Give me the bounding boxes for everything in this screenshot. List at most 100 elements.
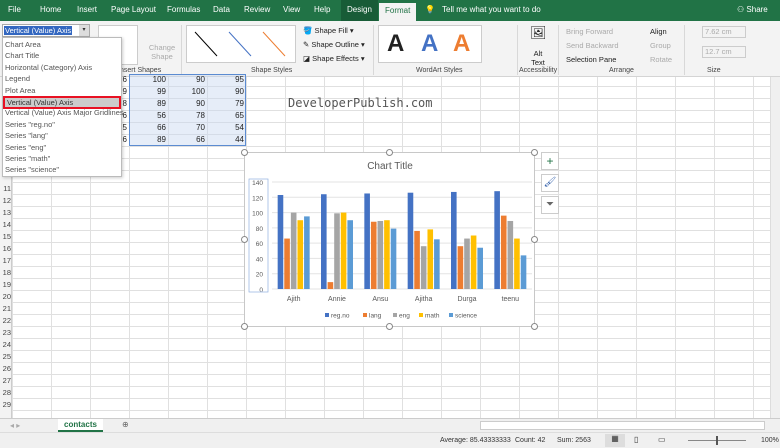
cell-math[interactable]: 78 (168, 111, 205, 120)
shape-fill-button[interactable]: 🪣 Shape Fill ▾ (303, 26, 354, 35)
cell-math[interactable]: 90 (168, 99, 205, 108)
bar-regno[interactable] (277, 194, 284, 289)
tab-page-layout[interactable]: Page Layout (111, 5, 156, 14)
chart-elements-plus-icon[interactable]: + (541, 152, 559, 170)
page-break-view-icon[interactable]: ▭ (658, 435, 666, 444)
resize-handle[interactable] (241, 323, 248, 330)
shape-effects-button[interactable]: ◪ Shape Effects ▾ (303, 54, 365, 63)
tab-home[interactable]: Home (40, 5, 61, 14)
chart-filter-icon[interactable]: ⏷ (541, 196, 559, 214)
cell-science[interactable]: 54 (207, 123, 244, 132)
tab-help[interactable]: Help (314, 5, 330, 14)
resize-handle[interactable] (531, 323, 538, 330)
cell-science[interactable]: 79 (207, 99, 244, 108)
bar-lang[interactable] (284, 238, 290, 289)
row-header[interactable]: 13 (0, 208, 12, 217)
bar-lang[interactable] (457, 246, 464, 289)
cell-eng[interactable]: 66 (129, 123, 166, 132)
row-header[interactable]: 11 (0, 184, 12, 193)
bar-eng[interactable] (377, 220, 384, 289)
dropdown-item[interactable]: Legend (5, 74, 30, 83)
align-button[interactable]: Align (650, 27, 667, 36)
row-header[interactable]: 19 (0, 280, 12, 289)
cell-eng[interactable]: 89 (129, 99, 166, 108)
bar-eng[interactable] (334, 213, 340, 289)
height-input[interactable]: 7.62 cm (702, 26, 746, 38)
dropdown-item[interactable]: Chart Title (5, 51, 39, 60)
rotate-button[interactable]: Rotate (650, 55, 672, 64)
selection-pane-button[interactable]: Selection Pane (566, 55, 616, 64)
dropdown-item[interactable]: Series "lang" (5, 131, 48, 140)
add-sheet-icon[interactable]: ⊕ (122, 420, 129, 429)
dropdown-item[interactable]: Series "math" (5, 154, 50, 163)
cell-math[interactable]: 100 (168, 87, 205, 96)
bar-math[interactable] (470, 235, 477, 290)
alt-text-button[interactable]: Alt Text (527, 49, 549, 67)
resize-handle[interactable] (386, 323, 393, 330)
tab-design[interactable]: Design (341, 0, 378, 21)
bar-science[interactable] (390, 228, 397, 289)
cell-science[interactable]: 65 (207, 111, 244, 120)
bar-science[interactable] (304, 216, 310, 289)
row-header[interactable]: 16 (0, 244, 12, 253)
bar-lang[interactable] (500, 215, 507, 289)
dropdown-item[interactable]: Plot Area (5, 86, 35, 95)
dropdown-item[interactable]: Horizontal (Category) Axis (5, 63, 92, 72)
normal-view-icon[interactable]: ▦ (605, 434, 625, 447)
bar-eng[interactable] (464, 238, 470, 289)
tell-me-input[interactable]: Tell me what you want to do (442, 5, 541, 14)
bar-math[interactable] (340, 212, 347, 289)
vertical-scrollbar[interactable] (770, 77, 780, 418)
dropdown-item[interactable]: Series "science" (5, 165, 59, 174)
row-header[interactable]: 15 (0, 232, 12, 241)
bar-science[interactable] (434, 239, 440, 289)
horizontal-scrollbar[interactable] (480, 421, 765, 430)
width-input[interactable]: 12.7 cm (702, 46, 746, 58)
bar-math[interactable] (427, 229, 434, 289)
cell-math[interactable]: 70 (168, 123, 205, 132)
send-backward-button[interactable]: Send Backward (566, 41, 619, 50)
cell-science[interactable]: 95 (207, 75, 244, 84)
cell-science[interactable]: 44 (207, 135, 244, 144)
change-shape-button[interactable]: Change Shape (148, 43, 176, 61)
bring-forward-button[interactable]: Bring Forward (566, 27, 613, 36)
dropdown-item[interactable]: Chart Area (5, 40, 41, 49)
tab-format[interactable]: Format (379, 3, 417, 21)
cell-eng[interactable]: 99 (129, 87, 166, 96)
bar-lang[interactable] (327, 282, 334, 289)
tab-formulas[interactable]: Formulas (167, 5, 200, 14)
resize-handle[interactable] (241, 236, 248, 243)
bar-science[interactable] (347, 220, 353, 289)
tab-data[interactable]: Data (213, 5, 230, 14)
row-header[interactable]: 24 (0, 340, 12, 349)
bar-regno[interactable] (407, 192, 414, 289)
bar-regno[interactable] (494, 191, 500, 289)
resize-handle[interactable] (531, 149, 538, 156)
bar-math[interactable] (297, 220, 304, 289)
bar-regno[interactable] (364, 193, 370, 289)
bar-lang[interactable] (414, 230, 420, 289)
chevron-down-icon[interactable]: ▾ (79, 25, 89, 36)
sheet-nav-arrows[interactable]: ◂ ▸ (10, 421, 20, 430)
shape-styles-gallery[interactable] (186, 25, 296, 63)
resize-handle[interactable] (386, 149, 393, 156)
bar-eng[interactable] (507, 220, 514, 289)
sheet-tab-contacts[interactable]: contacts (58, 419, 103, 432)
row-header[interactable]: 22 (0, 316, 12, 325)
tab-view[interactable]: View (283, 5, 300, 14)
share-button[interactable]: ⚇ Share (737, 5, 768, 14)
zoom-slider-thumb[interactable] (716, 436, 718, 445)
resize-handle[interactable] (531, 236, 538, 243)
row-header[interactable]: 17 (0, 256, 12, 265)
wordart-gallery[interactable]: AAA (378, 25, 482, 63)
tab-review[interactable]: Review (244, 5, 270, 14)
tab-insert[interactable]: Insert (77, 5, 97, 14)
bar-eng[interactable] (290, 212, 297, 289)
tab-file[interactable]: File (8, 5, 21, 14)
resize-handle[interactable] (241, 149, 248, 156)
chart[interactable]: 0 20 40 60 80 100 120 140 Chart Title Ajith Annie A… (244, 152, 535, 327)
bar-eng[interactable] (420, 246, 427, 289)
dropdown-item[interactable]: Vertical (Value) Axis Major Gridlines (5, 108, 124, 117)
cell-eng[interactable]: 100 (129, 75, 166, 84)
bar-math[interactable] (514, 238, 520, 289)
